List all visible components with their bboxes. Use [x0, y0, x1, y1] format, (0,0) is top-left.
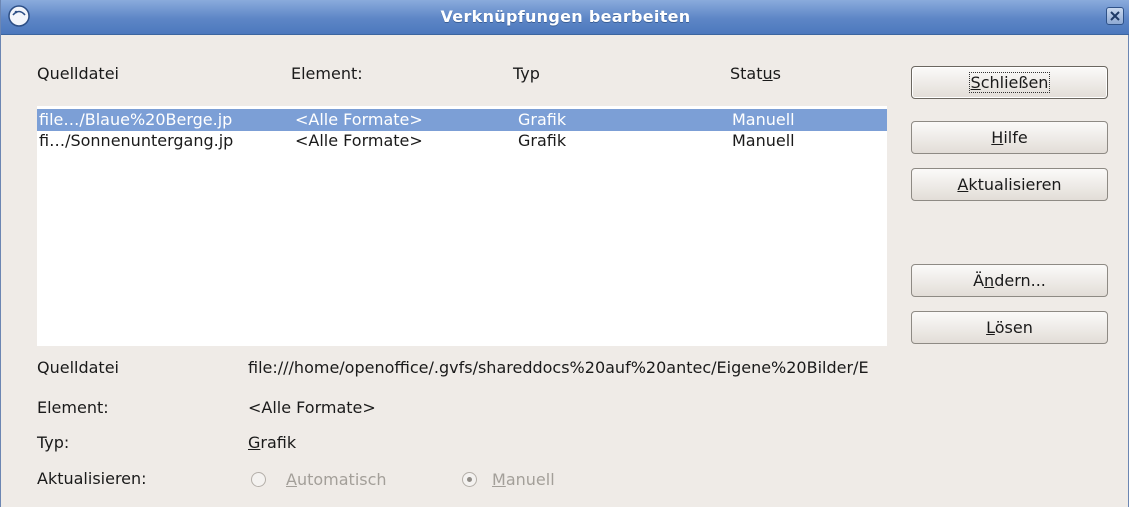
modify-button[interactable]: Ändern...: [911, 264, 1108, 297]
radio-automatic-label: Automatisch: [286, 470, 387, 489]
links-list[interactable]: file…/Blaue%20Berge.jp <Alle Formate> Gr…: [37, 106, 887, 346]
radio-circle-icon: [251, 472, 266, 487]
title-bar[interactable]: Verknüpfungen bearbeiten: [1, 0, 1129, 35]
list-row-selected[interactable]: file…/Blaue%20Berge.jp <Alle Formate> Gr…: [37, 109, 887, 131]
list-row[interactable]: fi…/Sonnenuntergang.jp <Alle Formate> Gr…: [37, 130, 887, 152]
close-window-icon[interactable]: [1106, 7, 1124, 25]
type-label: Typ:: [37, 433, 70, 452]
source-file-value: file:///home/openoffice/.gvfs/shareddocs…: [248, 358, 869, 377]
column-header-status[interactable]: Status: [730, 64, 781, 83]
source-file-label: Quelldatei: [37, 358, 119, 377]
element-value: <Alle Formate>: [248, 398, 376, 417]
help-button[interactable]: Hilfe: [911, 121, 1108, 154]
row-element: <Alle Formate>: [295, 110, 423, 129]
update-button[interactable]: Aktualisieren: [911, 168, 1108, 201]
radio-manual-label: Manuell: [492, 470, 555, 489]
column-header-element[interactable]: Element:: [291, 64, 363, 83]
close-button[interactable]: Schließen: [911, 66, 1108, 99]
type-value: Grafik: [248, 433, 297, 452]
row-type: Grafik: [518, 131, 567, 150]
dialog-window: Verknüpfungen bearbeiten Quelldatei Elem…: [0, 0, 1129, 507]
window-title: Verknüpfungen bearbeiten: [440, 7, 691, 26]
row-status: Manuell: [732, 110, 795, 129]
row-source: file…/Blaue%20Berge.jp: [39, 110, 233, 129]
row-source: fi…/Sonnenuntergang.jp: [39, 131, 234, 150]
row-status: Manuell: [732, 131, 795, 150]
row-type: Grafik: [518, 110, 567, 129]
break-link-button[interactable]: Lösen: [911, 311, 1108, 344]
update-mode-label: Aktualisieren:: [37, 469, 147, 488]
column-header-source[interactable]: Quelldatei: [37, 64, 119, 83]
radio-selected-icon: [462, 472, 477, 487]
column-header-type[interactable]: Typ: [513, 64, 540, 83]
row-element: <Alle Formate>: [295, 131, 423, 150]
element-label: Element:: [37, 398, 109, 417]
